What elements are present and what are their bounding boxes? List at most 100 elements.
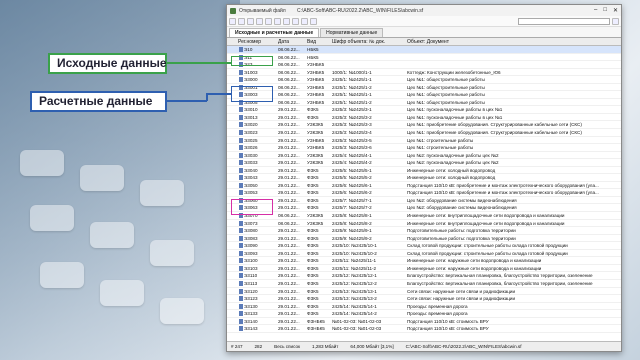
table-row[interactable]: Э3023 29.01.22... УЗКЗК5 2425/3: №2425/3-4 Ц…: [227, 129, 621, 137]
table-row[interactable]: Э3003 08.06.22... УЗНБК5 2425/1: №2425/1-1 Ц…: [227, 91, 621, 99]
table-row[interactable]: Э3093 29.01.22... ФЗК5 2425/10: №2425/10-2 С…: [227, 250, 621, 258]
table-row[interactable]: Э3080 29.01.22... ФЗК5 2425/9: №2425/9-1 Под…: [227, 227, 621, 235]
row-checkbox[interactable]: [227, 197, 236, 204]
table-row[interactable]: Э3020 29.01.22... УЗКЗК5 2425/3: №2425/3-3 Ц…: [227, 121, 621, 130]
row-checkbox[interactable]: [227, 114, 236, 121]
cell-code: 2425/13: №2425/13-2: [332, 296, 377, 302]
delete-icon[interactable]: [256, 17, 263, 25]
table-row[interactable]: Э3070 08.06.22... УЗКЗК5 2425/8: №2425/8-1 И…: [227, 212, 621, 220]
row-checkbox[interactable]: [227, 303, 236, 310]
table-row[interactable]: Э3060 29.01.22... ФЗК5 2425/7: №2425/7-1 Цех…: [227, 197, 621, 205]
row-checkbox[interactable]: [227, 167, 236, 174]
table-row[interactable]: Э11 08.06.22... НБК5: [227, 54, 621, 62]
maximize-button[interactable]: □: [603, 7, 607, 14]
column-header[interactable]: Шифр объекта: № док.: [330, 38, 405, 45]
table-row[interactable]: Э3120 29.01.22... ФЗК5 2425/13: №2425/13-1 С…: [227, 288, 621, 296]
row-checkbox[interactable]: [227, 189, 236, 196]
tab-normative-data[interactable]: Нормативные данные: [320, 28, 384, 37]
table-row[interactable]: Э3025 29.01.22... УЗНБК5 2425/3: №2425/3-5 Ц…: [227, 137, 621, 145]
table-row[interactable]: Э3090 29.01.22... ФЗК5 2425/10: №2425/10-1 С…: [227, 242, 621, 250]
table-row[interactable]: Э3103 29.01.22... ФЗК5 2425/11: №2425/11-2 И…: [227, 265, 621, 273]
row-checkbox[interactable]: [227, 129, 236, 136]
column-header[interactable]: [227, 38, 236, 45]
table-row[interactable]: Э3030 29.01.22... УЗКЗК5 2425/4: №2425/4-1 Ц…: [227, 152, 621, 160]
save-icon[interactable]: [238, 17, 245, 25]
table-row[interactable]: Э3063 29.01.22... ФЗК5 2425/7: №2425/7-2 Цех…: [227, 204, 621, 213]
table-row[interactable]: Э3073 08.06.22... УЗКЗК5 2425/8: №2425/8-2 И…: [227, 220, 621, 228]
row-checkbox[interactable]: [227, 310, 236, 317]
minimize-button[interactable]: –: [594, 7, 597, 14]
table-row[interactable]: Э3000 08.06.22... УЗНБК5 2425/1: №2425/1-1 Ц…: [227, 76, 621, 84]
row-checkbox[interactable]: [227, 212, 236, 219]
print-icon[interactable]: [301, 17, 308, 25]
table-row[interactable]: Э3001 08.06.22... УЗНБК5 2425/1: №2425/1-2 Ц…: [227, 84, 621, 92]
blue-connector-line: [167, 100, 207, 102]
table-row[interactable]: Э23 08.06.22... УЗНБК5: [227, 61, 621, 69]
table-row[interactable]: Э3043 29.01.22... ФЗК5 2425/5: №2425/5-2 Инж…: [227, 174, 621, 182]
filter-icon[interactable]: [265, 17, 272, 25]
table-row[interactable]: Э1003 08.06.22... УЗНБК5 1000/1: №1000/1-1 К…: [227, 69, 621, 77]
find-icon[interactable]: [283, 17, 290, 25]
filter-combo[interactable]: [518, 17, 610, 25]
column-header[interactable]: Вид: [305, 38, 330, 45]
row-checkbox[interactable]: [227, 76, 236, 83]
table-row[interactable]: Э10 08.06.22... НБК5: [227, 46, 621, 54]
table-row[interactable]: Э3110 29.01.22... ФЗК5 2425/12: №2425/12-1 Б…: [227, 272, 621, 280]
row-checkbox[interactable]: [227, 144, 236, 151]
row-checkbox[interactable]: [227, 152, 236, 159]
copy-icon[interactable]: [247, 17, 254, 25]
settings-icon[interactable]: [310, 17, 317, 25]
row-checkbox[interactable]: [227, 46, 236, 53]
row-checkbox[interactable]: [227, 280, 236, 287]
sort-icon[interactable]: [274, 17, 281, 25]
row-checkbox[interactable]: [227, 272, 236, 279]
row-checkbox[interactable]: [227, 220, 236, 227]
row-checkbox[interactable]: [227, 159, 236, 166]
table-row[interactable]: Э3033 29.01.22... УЗКЗК5 2425/4: №2425/4-2 Ц…: [227, 159, 621, 167]
row-checkbox[interactable]: [227, 99, 236, 106]
table-row[interactable]: Э3050 29.01.22... ФЗК5 2425/6: №2425/6-1 Под…: [227, 182, 621, 190]
table-row[interactable]: Э3123 29.01.22... ФЗК5 2425/13: №2425/13-2 С…: [227, 295, 621, 303]
table-row[interactable]: Э3100 29.01.22... ФЗК5 2425/11: №2425/11-1 И…: [227, 257, 621, 265]
help-icon[interactable]: [612, 17, 619, 25]
row-checkbox[interactable]: [227, 242, 236, 249]
table-row[interactable]: Э3013 29.01.22... ФЗК5 2425/3: №2425/3-2 Цех…: [227, 114, 621, 122]
column-header[interactable]: Рег.номер: [236, 38, 276, 45]
column-header[interactable]: Объект: Документ: [405, 38, 621, 45]
table-row[interactable]: Э3113 29.01.22... ФЗК5 2425/12: №2425/12-2 Б…: [227, 280, 621, 288]
row-checkbox[interactable]: [227, 227, 236, 234]
row-checkbox[interactable]: [227, 182, 236, 189]
row-checkbox[interactable]: [227, 137, 236, 144]
table-row[interactable]: Э3133 29.01.22... ФЗК5 2425/14: №2425/14-2 П…: [227, 310, 621, 318]
row-checkbox[interactable]: [227, 204, 236, 211]
close-button[interactable]: ✕: [613, 7, 618, 14]
table-row[interactable]: Э3026 29.01.22... УЗНБК5 2425/3: №2425/3-6 Ц…: [227, 144, 621, 152]
row-checkbox[interactable]: [227, 288, 236, 295]
table-row[interactable]: Э3005 08.06.22... УЗНБК5 2425/1: №2425/1-2 Ц…: [227, 99, 621, 107]
refresh-icon[interactable]: [292, 17, 299, 25]
row-checkbox[interactable]: [227, 235, 236, 242]
row-checkbox[interactable]: [227, 54, 236, 61]
row-checkbox[interactable]: [227, 325, 236, 332]
table-row[interactable]: Э3130 29.01.22... ФЗК5 2425/14: №2425/14-1 П…: [227, 303, 621, 311]
row-checkbox[interactable]: [227, 174, 236, 181]
row-checkbox[interactable]: [227, 265, 236, 272]
table-row[interactable]: Э3053 29.01.22... ФЗК5 2425/6: №2425/6-2 Под…: [227, 189, 621, 197]
row-checkbox[interactable]: [227, 84, 236, 91]
row-checkbox[interactable]: [227, 69, 236, 76]
table-row[interactable]: Э3143 29.01.22... ФЗНБК5 №01-02-03: №01-02-…: [227, 325, 621, 333]
table-row[interactable]: Э3140 29.01.22... ФЗНБК5 №01-02-03: №01-02-…: [227, 318, 621, 326]
row-checkbox[interactable]: [227, 106, 236, 113]
row-checkbox[interactable]: [227, 257, 236, 264]
row-checkbox[interactable]: [227, 121, 236, 128]
table-row[interactable]: Э3010 29.01.22... ФЗК5 2425/3: №2425/3-1 Цех…: [227, 106, 621, 114]
cell-type: ФЗК5: [307, 114, 319, 120]
row-checkbox[interactable]: [227, 318, 236, 325]
column-header[interactable]: Дата: [276, 38, 305, 45]
row-checkbox[interactable]: [227, 250, 236, 257]
table-row[interactable]: Э3040 29.01.22... ФЗК5 2425/5: №2425/5-1 Инж…: [227, 167, 621, 175]
table-row[interactable]: Э3083 29.01.22... ФЗК5 2425/9: №2425/9-2 Под…: [227, 235, 621, 243]
tab-source-data[interactable]: Исходные и расчетные данные: [229, 28, 320, 37]
row-checkbox[interactable]: [227, 295, 236, 302]
open-icon[interactable]: [229, 17, 236, 25]
